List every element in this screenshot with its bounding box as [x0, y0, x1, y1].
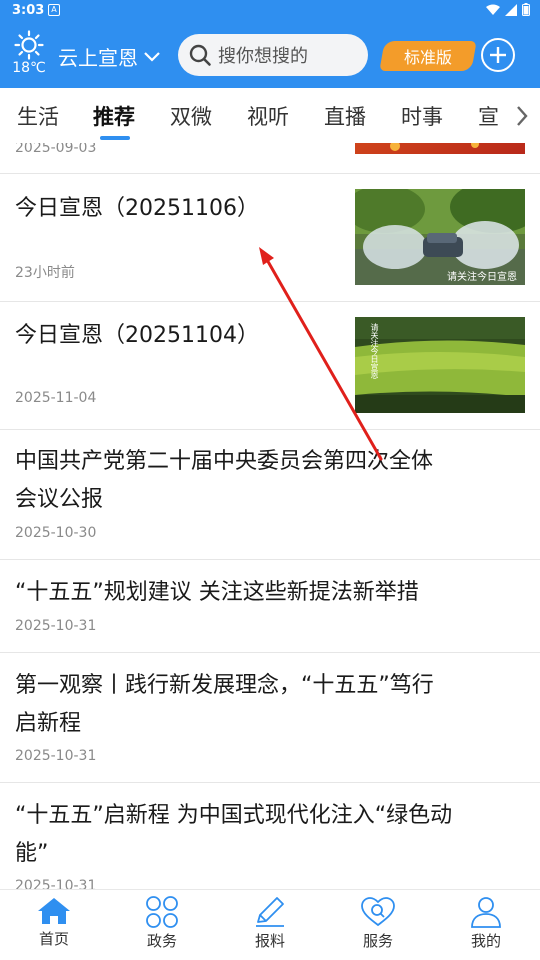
nav-service-label: 服务 — [362, 932, 393, 950]
chevron-down-icon — [144, 51, 160, 62]
tab-life[interactable]: 生活 — [17, 101, 59, 131]
city-selector[interactable]: 云上宣恩 — [58, 42, 160, 71]
news-date: 2025-10-30 — [15, 525, 97, 541]
news-thumbnail: 请关注今日宣恩 — [355, 317, 525, 413]
tab-dual-media[interactable]: 双微 — [170, 101, 212, 131]
news-item[interactable]: “十五五”规划建议 关注这些新提法新举措 2025-10-31 — [0, 560, 540, 653]
news-title: 今日宣恩（20251106） — [15, 196, 259, 221]
news-feed[interactable]: 2025-09-03 今日宣恩（20251106） 23小时前 请关注今日宣恩 … — [0, 143, 540, 889]
news-date: 2025-10-31 — [15, 878, 97, 889]
nav-profile-label: 我的 — [470, 932, 501, 950]
signal-icon — [505, 3, 517, 16]
bottom-navigation: 首页 政务 报料 服务 我的 — [0, 889, 540, 960]
search-placeholder: 搜你想搜的 — [218, 46, 308, 67]
news-title-line: “十五五”启新程 为中国式现代化注入“绿色动 — [15, 803, 453, 828]
thumbnail-caption: 请关注今日宣恩 — [370, 323, 379, 379]
news-item[interactable]: 今日宣恩（20251106） 23小时前 请关注今日宣恩 — [0, 174, 540, 302]
battery-icon — [522, 3, 530, 16]
search-input[interactable]: 搜你想搜的 — [178, 34, 368, 76]
news-item[interactable]: “十五五”启新程 为中国式现代化注入“绿色动 能” 2025-10-31 — [0, 783, 540, 889]
news-date: 2025-11-04 — [15, 390, 97, 406]
weather-widget[interactable]: 18℃ — [10, 30, 48, 76]
city-name: 云上宣恩 — [58, 46, 138, 70]
tab-live[interactable]: 直播 — [324, 101, 366, 131]
sun-icon — [14, 30, 44, 60]
nav-report-label: 报料 — [254, 932, 285, 950]
news-title: 今日宣恩（20251104） — [15, 323, 259, 348]
wifi-icon — [486, 4, 500, 15]
pencil-icon — [256, 897, 284, 927]
active-tab-indicator — [100, 136, 130, 140]
news-title: “十五五”规划建议 关注这些新提法新举措 — [15, 580, 419, 605]
nav-profile[interactable]: 我的 — [446, 896, 526, 951]
news-title-line: 第一观察丨践行新发展理念，“十五五”笃行 — [15, 673, 434, 698]
news-item[interactable]: 第一观察丨践行新发展理念，“十五五”笃行 启新程 2025-10-31 — [0, 653, 540, 783]
temperature: 18℃ — [12, 60, 46, 76]
news-date: 2025-10-31 — [15, 618, 97, 634]
news-date: 23小时前 — [15, 265, 75, 281]
tab-recommend[interactable]: 推荐 — [93, 101, 135, 131]
edition-label: 标准版 — [403, 48, 452, 67]
category-tabs: 生活 推荐 双微 视听 直播 时事 宣 — [0, 88, 540, 143]
government-icon — [146, 896, 178, 928]
news-item[interactable]: 2025-09-03 — [0, 143, 540, 174]
news-title-line: 会议公报 — [15, 487, 104, 512]
news-thumbnail: 请关注今日宣恩 — [355, 189, 525, 285]
edition-button[interactable]: 标准版 — [379, 41, 477, 71]
nav-home-label: 首页 — [38, 930, 69, 948]
tab-current-affairs[interactable]: 时事 — [401, 101, 443, 131]
tab-xuan[interactable]: 宣 — [478, 101, 499, 131]
status-icons — [486, 3, 530, 16]
status-bar: 3:03 A — [0, 0, 540, 22]
nav-service[interactable]: 服务 — [338, 896, 418, 951]
tab-audio-video[interactable]: 视听 — [247, 101, 289, 131]
news-title-line: 能” — [15, 841, 49, 866]
add-button[interactable] — [481, 38, 515, 72]
news-item[interactable]: 今日宣恩（20251104） 2025-11-04 请关注今日宣恩 — [0, 302, 540, 430]
news-title-line: 中国共产党第二十届中央委员会第四次全体 — [15, 449, 434, 474]
nav-home[interactable]: 首页 — [14, 896, 94, 949]
service-icon — [361, 897, 395, 927]
chevron-right-icon — [517, 105, 528, 126]
news-item[interactable]: 中国共产党第二十届中央委员会第四次全体 会议公报 2025-10-30 — [0, 430, 540, 560]
notification-icon: A — [48, 4, 60, 16]
status-time: 3:03 — [12, 3, 45, 18]
search-icon — [189, 44, 211, 66]
nav-report[interactable]: 报料 — [230, 896, 310, 951]
profile-icon — [471, 897, 501, 928]
nav-government-label: 政务 — [146, 932, 177, 950]
news-date: 2025-10-31 — [15, 748, 97, 764]
more-tabs-button[interactable] — [504, 88, 540, 143]
news-title-line: 启新程 — [15, 711, 82, 736]
news-thumbnail — [355, 143, 525, 154]
news-date: 2025-09-03 — [15, 143, 97, 156]
plus-icon — [490, 47, 506, 63]
app-bar: 18℃ 云上宣恩 搜你想搜的 标准版 — [0, 22, 540, 88]
home-icon — [38, 898, 70, 924]
thumbnail-caption: 请关注今日宣恩 — [447, 272, 517, 283]
nav-government[interactable]: 政务 — [122, 896, 202, 951]
app-header: 3:03 A 18℃ 云上宣恩 搜你想搜的 标准版 — [0, 0, 540, 88]
